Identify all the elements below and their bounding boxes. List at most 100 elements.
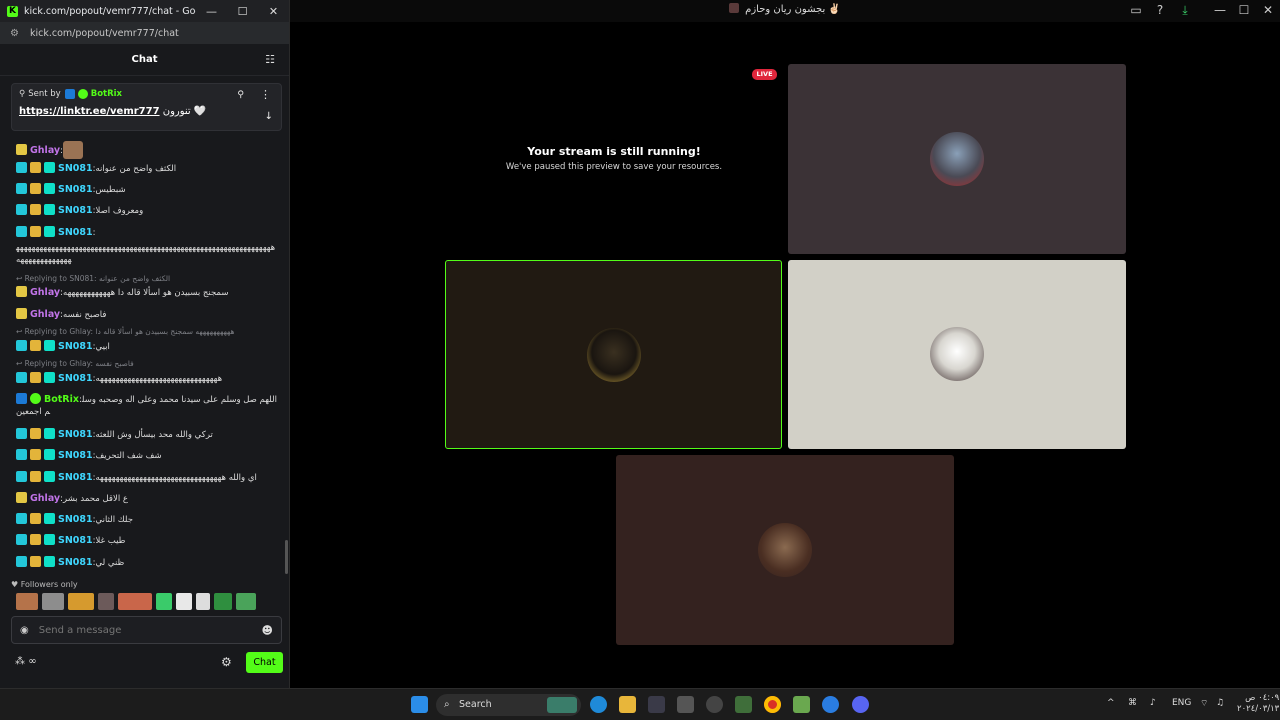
users-icon[interactable]: ☷ xyxy=(265,53,275,66)
chat-message: هههههههههههههههههههههههههههههههههههههههه… xyxy=(16,242,278,266)
app-icon[interactable] xyxy=(677,696,694,713)
chat-username[interactable]: SN081 xyxy=(58,557,93,568)
chat-username[interactable]: SN081 xyxy=(58,341,93,352)
close-button[interactable]: ✕ xyxy=(1260,3,1276,17)
participant-tile[interactable] xyxy=(788,260,1126,449)
media-control-icon[interactable]: ▭ xyxy=(1128,3,1144,17)
maximize-button[interactable]: ☐ xyxy=(1236,3,1252,17)
taskbar-search[interactable]: ⌕ Search xyxy=(436,694,581,716)
gifter-badge-icon xyxy=(44,204,55,215)
emote[interactable] xyxy=(42,593,64,610)
emoji-icon[interactable]: ☻ xyxy=(262,624,273,637)
emote-bar xyxy=(16,593,256,611)
wifi-icon[interactable]: ⌔ xyxy=(1200,698,1208,709)
popout-minimize-button[interactable]: — xyxy=(196,5,227,18)
crown-badge-icon xyxy=(30,162,41,173)
pinned-sender[interactable]: BotRix xyxy=(91,89,122,99)
chat-username[interactable]: Ghlay xyxy=(30,145,60,156)
emote-picker-icon[interactable]: ◉ xyxy=(20,625,29,636)
emote[interactable] xyxy=(196,593,210,610)
gifter-badge-icon xyxy=(44,162,55,173)
app-icon[interactable] xyxy=(706,696,723,713)
chat-message: SN081: xyxy=(16,226,278,239)
subscriber-badge-icon xyxy=(16,428,27,439)
chat-message: SN081:ظني لي xyxy=(16,556,278,569)
chat-username[interactable]: Ghlay xyxy=(30,287,60,298)
emote[interactable] xyxy=(98,593,114,610)
more-options-icon[interactable]: ⋮ xyxy=(260,88,271,101)
edge-icon[interactable] xyxy=(590,696,607,713)
site-info-icon[interactable]: ⚙ xyxy=(10,28,22,39)
chat-message: Ghlay:ع الاقل محمد بشر xyxy=(16,492,278,505)
gifter-badge-icon xyxy=(44,513,55,524)
windows-start-icon[interactable] xyxy=(411,696,428,713)
chat-message: SN081:شبطيس xyxy=(16,183,278,196)
microphone-icon[interactable]: ♪ xyxy=(1150,698,1156,708)
chat-username[interactable]: SN081 xyxy=(58,535,93,546)
participant-tile[interactable] xyxy=(616,455,954,645)
emote[interactable] xyxy=(176,593,192,610)
emote[interactable] xyxy=(236,593,256,610)
chat-message: SN081:طيب غلا xyxy=(16,534,278,547)
chat-username[interactable]: Ghlay xyxy=(30,309,60,320)
participant-tile-active[interactable] xyxy=(445,260,782,449)
send-chat-button[interactable]: Chat xyxy=(246,652,283,673)
popout-close-button[interactable]: ✕ xyxy=(258,5,289,18)
popout-maximize-button[interactable]: ☐ xyxy=(227,5,258,18)
channel-points[interactable]: ⁂ ∞ xyxy=(15,656,37,667)
chat-username[interactable]: SN081 xyxy=(58,514,93,525)
help-icon[interactable]: ? xyxy=(1152,3,1168,17)
chat-message: Ghlay: xyxy=(16,141,278,159)
chat-username[interactable]: BotRix xyxy=(44,394,79,405)
discord-icon[interactable] xyxy=(852,696,869,713)
chat-username[interactable]: Ghlay xyxy=(30,493,60,504)
emote[interactable] xyxy=(118,593,152,610)
chat-message: Ghlay:سمجنج بسبيدن هو اسألا قاله دا هههه… xyxy=(16,286,278,299)
volume-icon[interactable]: ♫ xyxy=(1216,698,1224,708)
chat-username[interactable]: SN081 xyxy=(58,429,93,440)
expand-down-icon[interactable]: ↓ xyxy=(265,111,273,122)
message-input[interactable] xyxy=(38,624,262,636)
chat-username[interactable]: SN081 xyxy=(58,227,93,238)
chat-message-text: هههههههههههههههههههههههههههههههههههههههه… xyxy=(16,243,276,265)
app-icon[interactable] xyxy=(735,696,752,713)
subscriber-badge-icon xyxy=(16,449,27,460)
reply-context[interactable]: ↩ Replying to SN081: الكثف واضح من عنوان… xyxy=(16,274,170,283)
participant-tile[interactable] xyxy=(788,64,1126,254)
chrome-icon[interactable] xyxy=(764,696,781,713)
gifter-badge-icon xyxy=(44,449,55,460)
chat-username[interactable]: SN081 xyxy=(58,184,93,195)
chat-username[interactable]: SN081 xyxy=(58,373,93,384)
file-explorer-icon[interactable] xyxy=(619,696,636,713)
chat-username[interactable]: SN081 xyxy=(58,450,93,461)
app-icon[interactable] xyxy=(822,696,839,713)
language-indicator[interactable]: ENG xyxy=(1172,698,1191,708)
settings-gear-icon[interactable]: ⚙ xyxy=(221,655,232,669)
pin-icon[interactable]: ⚲ xyxy=(237,90,244,100)
download-icon[interactable]: ⤓ xyxy=(1177,3,1193,18)
tray-overflow-icon[interactable]: ^ xyxy=(1107,698,1115,708)
chat-scrollbar[interactable] xyxy=(285,540,288,574)
address-bar[interactable]: ⚙ kick.com/popout/vemr777/chat xyxy=(0,22,289,44)
chat-message: SN081:شف شف التحريف xyxy=(16,449,278,462)
minimize-button[interactable]: — xyxy=(1212,3,1228,17)
pinned-link[interactable]: https://linktr.ee/vemr777 xyxy=(19,106,160,117)
system-clock[interactable]: ٠٤:٠٩ ص ٢٠٢٤/٠٣/١٣ xyxy=(1237,693,1279,715)
sent-by-label: Sent by xyxy=(28,89,61,99)
emote[interactable] xyxy=(16,593,38,610)
reply-context[interactable]: ↩ Replying to Ghlay: فاصبح نفسه xyxy=(16,359,134,368)
reply-context[interactable]: ↩ Replying to Ghlay: ههههههههههه سمجنج ب… xyxy=(16,327,234,336)
paused-subtitle: We've paused this preview to save your r… xyxy=(505,162,723,172)
chat-username[interactable]: SN081 xyxy=(58,472,93,483)
store-icon[interactable] xyxy=(648,696,665,713)
gifter-badge-icon xyxy=(44,183,55,194)
chat-username[interactable]: SN081 xyxy=(58,163,93,174)
network-icon[interactable]: ⌘ xyxy=(1128,698,1137,708)
pinned-message: ⚲ Sent by BotRix ⚲ ⋮ https://linktr.ee/v… xyxy=(11,83,282,131)
pin-small-icon: ⚲ xyxy=(19,89,26,99)
app-icon[interactable] xyxy=(793,696,810,713)
emote[interactable] xyxy=(68,593,94,610)
emote[interactable] xyxy=(156,593,172,610)
chat-username[interactable]: SN081 xyxy=(58,205,93,216)
emote[interactable] xyxy=(214,593,232,610)
